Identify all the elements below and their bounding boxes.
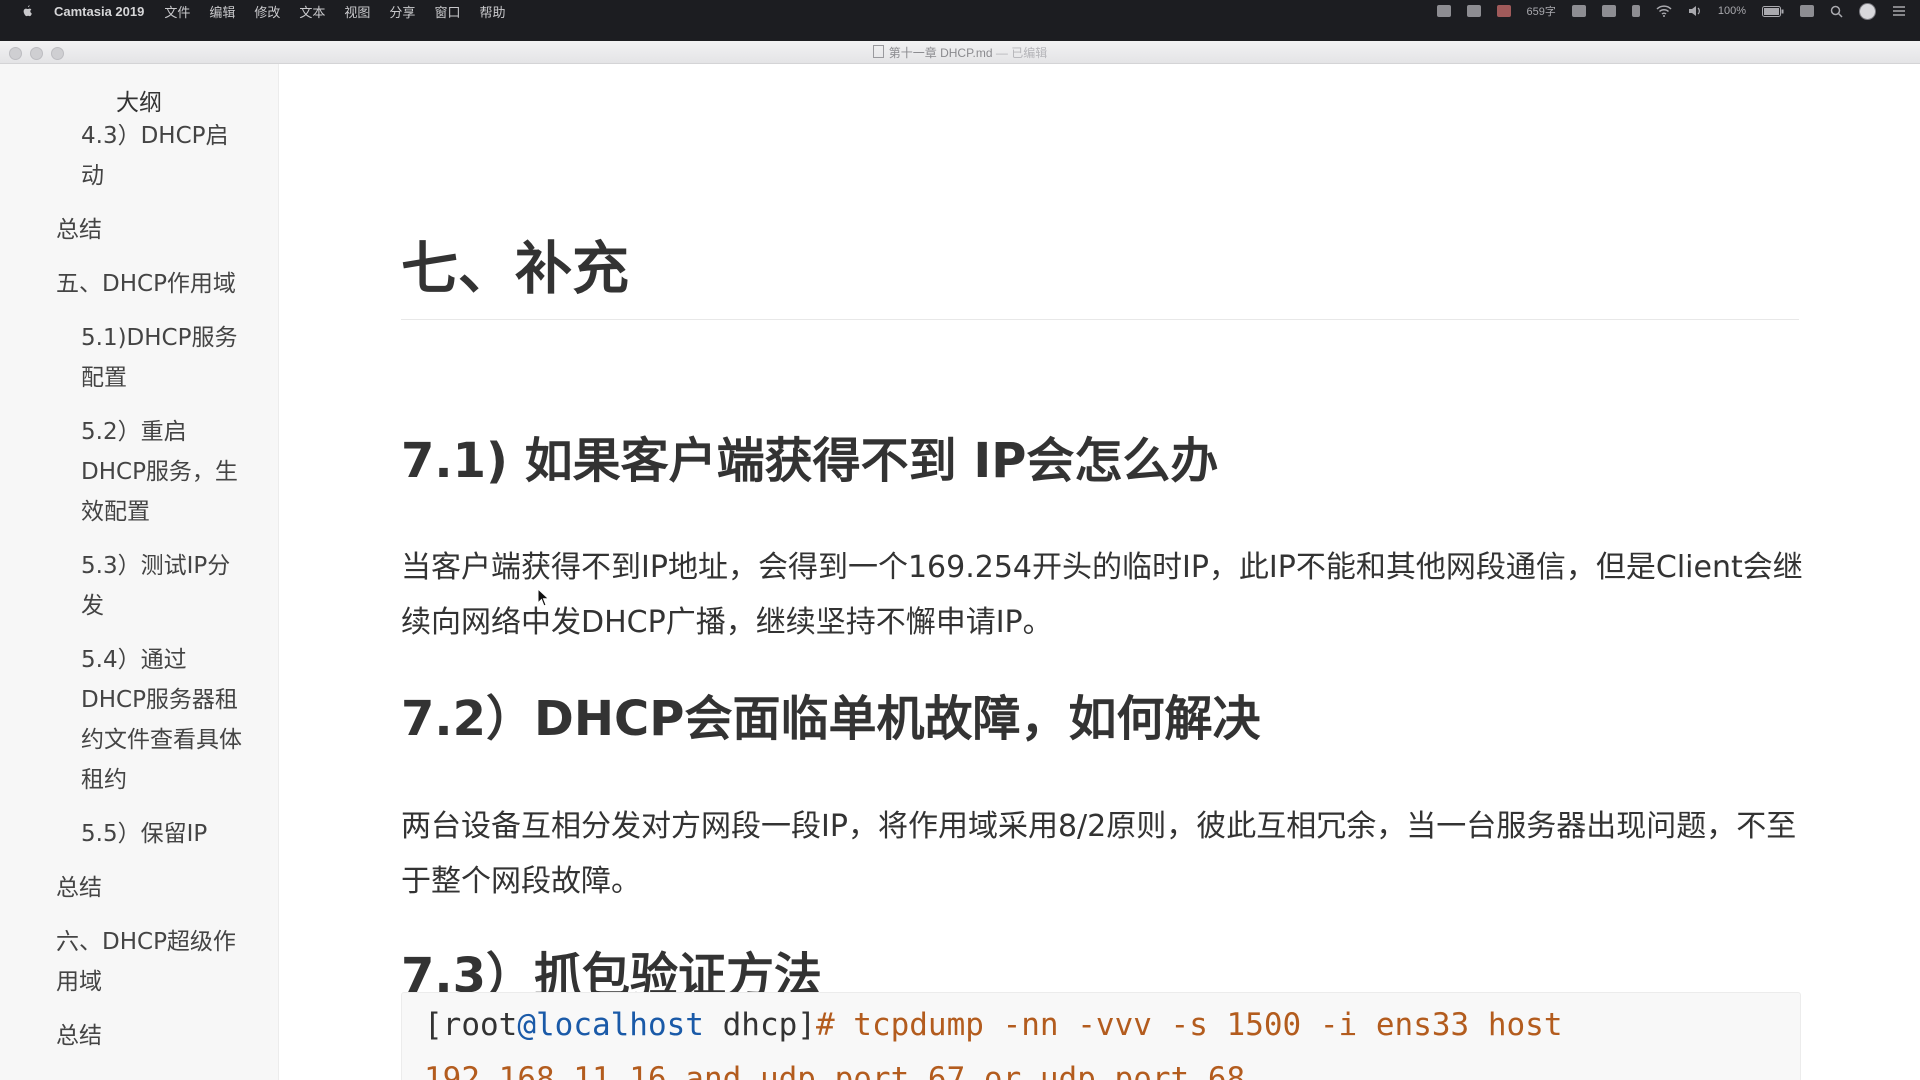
edit-status: — 已编辑 [995,46,1048,60]
display-icon[interactable] [1571,5,1586,17]
battery-percentage[interactable]: 100% [1718,5,1746,17]
menu-edit[interactable]: 编辑 [209,2,235,21]
outline-list: 4.3）DHCP启动 总结 五、DHCP作用域 5.1)DHCP服务配置 5.2… [0,116,278,1070]
notification-center-icon[interactable] [1892,5,1906,17]
menu-bar: Camtasia 2019 文件 编辑 修改 文本 视图 分享 窗口 帮助 65… [0,0,1920,22]
outline-item-5-3[interactable]: 5.3）测试IP分发 [0,546,278,626]
menu-text[interactable]: 文本 [299,2,325,21]
heading-section-7: 七、补充 [401,235,1799,321]
code-block[interactable]: [root@localhost dhcp]# tcpdump -nn -vvv … [401,992,1801,1080]
paragraph-7-1[interactable]: 当客户端获得不到IP地址，会得到一个169.254开头的临时IP，此IP不能和其… [401,540,1811,650]
outline-title: 大纲 [0,82,278,124]
spotlight-search-icon[interactable] [1830,5,1843,18]
user-avatar-icon[interactable] [1859,2,1876,20]
sync-icon[interactable] [1800,5,1814,17]
outline-item-5-4[interactable]: 5.4）通过DHCP服务器租约文件查看具体租约 [0,640,278,800]
network-icon[interactable] [1601,5,1616,17]
outline-sidebar: 大纲 4.3）DHCP启动 总结 五、DHCP作用域 5.1)DHCP服务配置 … [0,64,279,1080]
menu-file[interactable]: 文件 [164,2,190,21]
heading-7-2: 7.2）DHCP会面临单机故障，如何解决 [401,691,1261,747]
heading-7-1: 7.1) 如果客户端获得不到 IP会怎么办 [401,433,1219,489]
window-title-bar[interactable]: 第十一章 DHCP.md — 已编辑 [0,41,1920,64]
outline-item-summary[interactable]: 总结 [0,210,278,250]
menu-modify[interactable]: 修改 [254,2,280,21]
outline-item-6[interactable]: 六、DHCP超级作用域 [0,922,278,1002]
menu-window[interactable]: 窗口 [434,2,460,21]
outline-item-summary[interactable]: 总结 [0,868,278,908]
code-line-2: 192.168.11.16 and udp port 67 or udp por… [424,1061,1246,1080]
app-name-menu[interactable]: Camtasia 2019 [54,4,144,19]
volume-icon[interactable] [1688,5,1702,17]
menu-bar-gap [0,22,1920,41]
bluetooth-icon[interactable] [1631,5,1640,17]
menu-bar-status-area: 659字 100% [1436,0,1907,22]
window-title: 第十一章 DHCP.md — 已编辑 [0,44,1920,61]
wifi-icon[interactable] [1656,5,1672,17]
code-prompt-host: @localhost [517,1007,704,1043]
document-name: 第十一章 DHCP.md [888,46,993,60]
outline-item-5-2[interactable]: 5.2）重启DHCP服务，生效配置 [0,412,278,532]
outline-item-5-5[interactable]: 5.5）保留IP [0,814,278,854]
code-prompt-open: [root [424,1007,518,1043]
status-app-icon[interactable] [1436,5,1451,17]
document-icon [872,45,884,58]
battery-icon[interactable] [1762,5,1784,17]
camtasia-recorder-icon[interactable] [1496,5,1511,17]
paragraph-7-2[interactable]: 两台设备互相分发对方网段一段IP，将作用域采用8/2原则，彼此互相冗余，当一台服… [401,799,1811,909]
outline-item-4-3[interactable]: 4.3）DHCP启动 [0,116,278,196]
code-line-1: [root@localhost dhcp]# tcpdump -nn -vvv … [424,1007,1563,1043]
document-editor[interactable]: 七、补充 7.1) 如果客户端获得不到 IP会怎么办 当客户端获得不到IP地址，… [279,64,1920,1080]
outline-item-summary[interactable]: 总结 [0,1016,278,1056]
menu-help[interactable]: 帮助 [479,2,505,21]
word-count-status[interactable]: 659字 [1527,3,1556,19]
menu-view[interactable]: 视图 [344,2,370,21]
bookmark-icon[interactable] [1466,5,1481,17]
code-command-part-1: # tcpdump -nn -vvv -s 1500 -i ens33 host [815,1007,1563,1043]
menu-bar-left: Camtasia 2019 文件 编辑 修改 文本 视图 分享 窗口 帮助 [20,0,524,22]
code-prompt-close: dhcp] [703,1007,816,1043]
apple-icon[interactable] [20,4,34,18]
menu-share[interactable]: 分享 [389,2,415,21]
outline-item-5-1[interactable]: 5.1)DHCP服务配置 [0,318,278,398]
mouse-cursor-icon [537,588,550,607]
outline-item-5[interactable]: 五、DHCP作用域 [0,264,278,304]
